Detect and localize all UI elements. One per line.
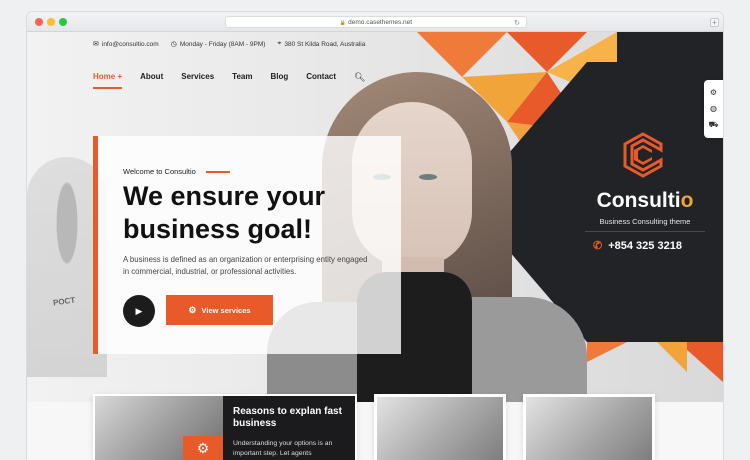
close-window-button[interactable] [35, 18, 43, 26]
main-navigation: Home + About Services Team Blog Contact … [93, 72, 365, 89]
hours-info: ◷ Monday - Friday (8AM - 9PM) [170, 40, 266, 49]
feature-card-body: Reasons to explan fast business Understa… [223, 396, 355, 460]
lock-icon: 🔒 [339, 20, 347, 26]
address-bar[interactable]: 🔒 demo.casethemes.net ↻ [225, 16, 527, 28]
address-info: ⌖ 380 St Kilda Road, Australia [277, 40, 365, 48]
new-tab-button[interactable]: + [710, 18, 719, 27]
nav-item-contact[interactable]: Contact [306, 72, 336, 83]
feature-card[interactable]: ⚙ Reasons to explan fast business Unders… [93, 394, 357, 460]
play-icon: ▶ [135, 306, 143, 316]
welcome-divider [205, 170, 230, 173]
globe-icon[interactable]: ◍ [710, 104, 717, 113]
brand-name: Consultio [585, 189, 705, 213]
gear-icon: ⚙ [188, 304, 197, 315]
cart-icon[interactable]: ⛟ [708, 120, 718, 130]
view-services-label: View services [201, 305, 251, 315]
minimize-window-button[interactable] [47, 18, 55, 26]
headline-line-1: We ensure your [123, 181, 326, 211]
hero-description: A business is defined as an organization… [123, 255, 368, 276]
eye-shape [419, 174, 437, 180]
phone-number: +854 325 3218 [608, 239, 682, 252]
play-video-button[interactable]: ▶ [123, 295, 155, 327]
email-text: info@consultio.com [101, 40, 159, 48]
contact-info-bar: ✉ info@consultio.com ◷ Monday - Friday (… [93, 38, 365, 50]
nav-item-blog[interactable]: Blog [270, 72, 288, 83]
brand-phone[interactable]: ✆ +854 325 3218 [593, 239, 682, 253]
address-text-info: 380 St Kilda Road, Australia [284, 40, 366, 48]
hero-headline: We ensure your business goal! [123, 180, 393, 246]
address-text: demo.casethemes.net [348, 19, 413, 26]
nav-item-services[interactable]: Services [181, 72, 214, 83]
feature-card-image [377, 397, 503, 460]
nav-item-team[interactable]: Team [232, 72, 252, 83]
brand-name-main: Consulti [596, 189, 681, 212]
browser-toolbar: 🔒 demo.casethemes.net ↻ + [27, 12, 723, 32]
phone-icon: ✆ [593, 240, 603, 252]
settings-icon[interactable]: ⚙ [710, 88, 717, 97]
hero-person-jacket [457, 297, 587, 402]
feature-card-text: Understanding your options is an importa… [233, 440, 333, 457]
hours-text: Monday - Friday (8AM - 9PM) [179, 40, 266, 48]
welcome-label: Welcome to Consultio [123, 167, 230, 176]
envelope-icon: ✉ [93, 41, 99, 48]
feature-card-title: Reasons to explan fast business [233, 406, 342, 429]
email-info[interactable]: ✉ info@consultio.com [93, 40, 159, 49]
page: POCT ✉ info@consultio.com ◷ Monday - Fri… [27, 32, 723, 460]
brand-logo-icon [623, 132, 663, 178]
reload-icon[interactable]: ↻ [514, 18, 520, 29]
feature-card-image [526, 397, 652, 460]
map-pin-icon: ⌖ [277, 40, 282, 47]
gear-icon: ⚙ [183, 436, 223, 460]
clock-icon: ◷ [170, 41, 177, 48]
brand-divider [585, 231, 705, 232]
welcome-text: Welcome to Consultio [123, 167, 196, 176]
maximize-window-button[interactable] [59, 18, 67, 26]
feature-card[interactable] [374, 394, 506, 460]
brand-name-accent: o [680, 189, 694, 212]
view-services-button[interactable]: ⚙ View services [166, 295, 273, 325]
nav-item-home[interactable]: Home + [93, 72, 123, 89]
feature-card[interactable] [523, 394, 655, 460]
brand-tagline: Business Consulting theme [599, 217, 691, 226]
browser-window: 🔒 demo.casethemes.net ↻ + POCT ✉ info@co… [27, 12, 723, 460]
headline-line-2: business goal! [123, 214, 313, 244]
nav-item-about[interactable]: About [140, 72, 163, 83]
side-toolbar: ⚙ ◍ ⛟ [704, 80, 723, 138]
search-icon[interactable]: 🔍︎ [354, 72, 365, 83]
